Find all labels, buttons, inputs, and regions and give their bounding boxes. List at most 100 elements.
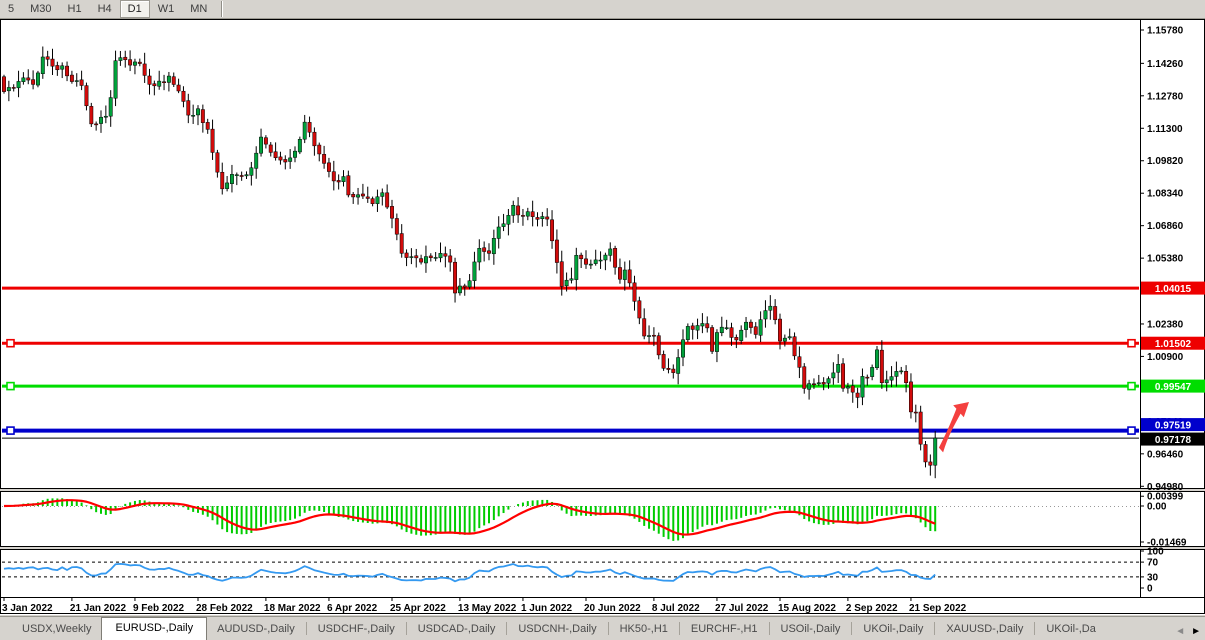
candle: [80, 80, 83, 86]
candle: [240, 175, 243, 176]
candle: [861, 376, 864, 397]
candle: [390, 206, 393, 218]
candle: [633, 283, 636, 302]
date-axis-label: 20 Jun 2022: [584, 603, 641, 614]
rsi-axis-label: 100: [1147, 547, 1164, 558]
candle: [284, 159, 287, 162]
candle: [492, 238, 495, 254]
tab-ukoil-daily[interactable]: UKOil-,Daily: [853, 619, 933, 640]
price-axis-label: 1.02380: [1147, 319, 1184, 330]
timeframe-button-h4[interactable]: H4: [90, 0, 120, 18]
candle: [803, 367, 806, 389]
candle: [793, 337, 796, 356]
line-anchor-marker[interactable]: [7, 340, 14, 347]
candle: [807, 384, 810, 390]
panel-splitter[interactable]: [0, 489, 1205, 491]
timeframe-button-5[interactable]: 5: [0, 0, 22, 18]
candle: [405, 253, 408, 258]
candle: [599, 260, 602, 261]
candle: [764, 311, 767, 319]
trading-terminal: 5M30H1H4D1W1MN ▼ EURUSD-,Daily 0.95941 0…: [0, 0, 1205, 640]
tab-usdx-weekly[interactable]: USDX,Weekly: [12, 619, 101, 640]
line-anchor-marker[interactable]: [7, 427, 14, 434]
tab-separator: [679, 622, 680, 635]
candle: [613, 248, 616, 267]
tab-separator: [306, 622, 307, 635]
candle: [255, 153, 258, 168]
candle: [662, 354, 665, 368]
candle: [293, 151, 296, 157]
candle: [851, 386, 854, 392]
candle: [463, 286, 466, 287]
date-axis-label: 1 Jun 2022: [521, 603, 573, 614]
candle: [245, 175, 248, 176]
candle: [148, 76, 151, 84]
tabs-scroll-left-icon[interactable]: ◄: [1175, 627, 1185, 637]
candle: [740, 330, 743, 340]
timeframe-button-mn[interactable]: MN: [182, 0, 215, 18]
candle: [696, 325, 699, 330]
candle: [575, 255, 578, 279]
candle: [337, 180, 340, 182]
tab-usdchf-daily[interactable]: USDCHF-,Daily: [308, 619, 405, 640]
tab-eurusd-daily[interactable]: EURUSD-,Daily: [101, 617, 207, 640]
date-axis-label: 13 May 2022: [458, 603, 517, 614]
date-axis-label: 21 Jan 2022: [70, 603, 127, 614]
candle: [798, 357, 801, 368]
tab-ukoil-da[interactable]: UKOil-,Da: [1036, 619, 1106, 640]
candle: [885, 380, 888, 383]
candle: [225, 183, 228, 189]
tab-usdcnh-daily[interactable]: USDCNH-,Daily: [508, 619, 606, 640]
tab-usdcad-daily[interactable]: USDCAD-,Daily: [408, 619, 506, 640]
candle: [36, 73, 39, 85]
tab-eurchf-h1[interactable]: EURCHF-,H1: [681, 619, 768, 640]
price-axis-label: 1.06860: [1147, 221, 1184, 232]
candle: [453, 262, 456, 293]
candle: [366, 197, 369, 199]
candle: [895, 371, 898, 376]
candle: [783, 338, 786, 341]
candle: [832, 373, 835, 378]
tab-xauusd-daily[interactable]: XAUUSD-,Daily: [936, 619, 1033, 640]
candle: [104, 116, 107, 117]
candle: [206, 122, 209, 129]
tab-audusd-daily[interactable]: AUDUSD-,Daily: [207, 619, 305, 640]
line-anchor-marker[interactable]: [1128, 427, 1135, 434]
line-anchor-marker[interactable]: [7, 383, 14, 390]
candle: [856, 393, 859, 397]
line-anchor-marker[interactable]: [1128, 383, 1135, 390]
candle: [744, 322, 747, 329]
candle: [541, 216, 544, 218]
candle: [216, 153, 219, 172]
candle: [778, 319, 781, 341]
price-line-label-text: 1.01502: [1155, 339, 1192, 350]
candle: [866, 377, 869, 378]
candle: [555, 240, 558, 263]
timeframe-button-w1[interactable]: W1: [150, 0, 183, 18]
tab-hk50-h1[interactable]: HK50-,H1: [610, 619, 678, 640]
candle: [385, 193, 388, 207]
panel-splitter[interactable]: [0, 547, 1205, 549]
chart-canvas[interactable]: 1.157801.142601.127801.113001.098201.083…: [0, 0, 1205, 640]
candle: [177, 85, 180, 91]
candle: [395, 218, 398, 234]
candle: [419, 259, 422, 262]
price-axis-label: 1.09820: [1147, 156, 1184, 167]
candle: [167, 76, 170, 82]
candle: [235, 175, 238, 176]
candle: [313, 132, 316, 146]
timeframe-button-m30[interactable]: M30: [22, 0, 59, 18]
price-line-label-text: 1.04015: [1155, 284, 1192, 295]
candle: [230, 174, 233, 183]
timeframe-button-d1[interactable]: D1: [120, 0, 150, 18]
tabs-scroll-right-icon[interactable]: ►: [1191, 627, 1201, 637]
line-anchor-marker[interactable]: [1128, 340, 1135, 347]
candle: [759, 320, 762, 336]
candle: [725, 328, 728, 329]
timeframe-button-h1[interactable]: H1: [60, 0, 90, 18]
tab-usoil-daily[interactable]: USOil-,Daily: [771, 619, 851, 640]
candle: [75, 81, 78, 82]
candle: [7, 87, 10, 90]
candle: [119, 58, 122, 61]
candle: [880, 350, 883, 383]
